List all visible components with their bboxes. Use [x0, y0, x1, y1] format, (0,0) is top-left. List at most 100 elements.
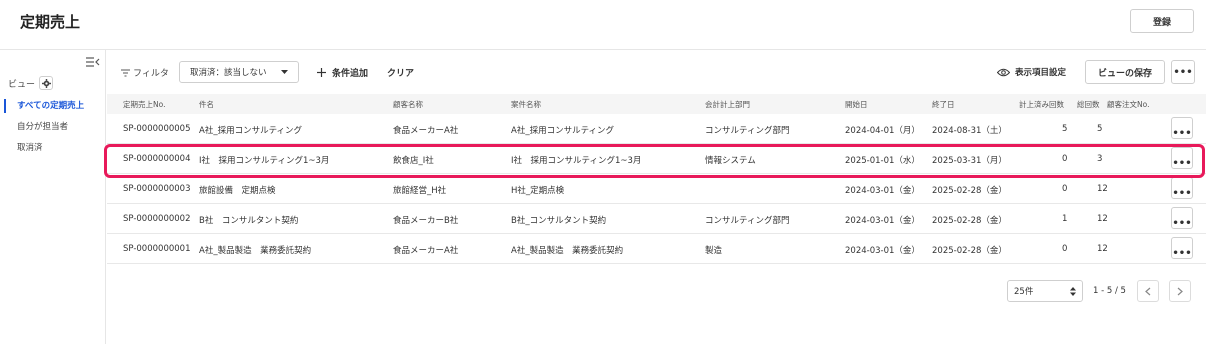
cell-project: A社_製品製造 業務委託契約	[511, 246, 624, 256]
page-header: 定期売上 登録	[0, 0, 1206, 50]
cell-total: 12	[1097, 244, 1108, 254]
col-no[interactable]: 定期売上No.	[123, 99, 165, 110]
view-settings-button[interactable]	[39, 76, 54, 90]
chevron-down-icon	[281, 69, 288, 74]
cell-end: 2025-02-28（金）	[932, 216, 1007, 226]
cell-start: 2024-04-01（月）	[845, 126, 920, 136]
cell-no: SP-0000000005	[123, 124, 191, 134]
toolbar: フィルタ 取消済：該当しない 条件追加 クリア 表示項目設定 ビューの保存 ••…	[107, 50, 1206, 94]
cell-subject[interactable]: A社_採用コンサルティング	[199, 124, 302, 136]
filter-icon	[121, 69, 130, 76]
cell-total: 12	[1097, 214, 1108, 224]
cell-start: 2025-01-01（水）	[845, 156, 920, 166]
page-title: 定期売上	[20, 13, 81, 31]
cell-dept: コンサルティング部門	[705, 216, 790, 226]
cell-project: B社_コンサルタント契約	[511, 216, 607, 226]
cell-end: 2025-03-31（月）	[932, 156, 1007, 166]
row-more-button[interactable]: •••	[1171, 117, 1193, 139]
add-condition-button[interactable]: 条件追加	[317, 66, 368, 79]
cell-customer: 飲食店_I社	[393, 156, 434, 166]
col-order[interactable]: 顧客注文No.	[1107, 99, 1149, 110]
sidebar-item-mine[interactable]: 自分が担当者	[0, 118, 105, 136]
cell-total: 5	[1097, 124, 1103, 134]
cell-no: SP-0000000002	[123, 214, 191, 224]
cell-project: H社_定期点検	[511, 186, 565, 196]
cell-subject[interactable]: 旅館設備 定期点検	[199, 184, 276, 196]
table-row[interactable]: SP-0000000004 I社 採用コンサルティング1~3月 飲食店_I社 I…	[107, 144, 1206, 174]
cell-customer: 食品メーカーB社	[393, 216, 459, 226]
col-customer[interactable]: 顧客名称	[393, 99, 423, 110]
cell-subject[interactable]: B社 コンサルタント契約	[199, 214, 298, 226]
page-range: 1 - 5 / 5	[1093, 286, 1126, 296]
cell-dept: コンサルティング部門	[705, 126, 790, 136]
row-more-button[interactable]: •••	[1171, 177, 1193, 199]
row-more-button[interactable]: •••	[1171, 147, 1193, 169]
register-button[interactable]: 登録	[1130, 9, 1194, 33]
more-icon: •••	[1172, 248, 1192, 259]
col-total[interactable]: 総回数	[1077, 99, 1100, 110]
prev-page-button[interactable]	[1137, 280, 1159, 302]
add-condition-label: 条件追加	[332, 69, 369, 79]
table-header: 定期売上No. 件名 顧客名称 案件名称 会計計上部門 開始日 終了日 計上済み…	[107, 94, 1206, 114]
table-row[interactable]: SP-0000000005 A社_採用コンサルティング 食品メーカーA社 A社_…	[107, 114, 1206, 144]
cell-dept: 情報システム	[705, 156, 756, 166]
col-done[interactable]: 計上済み回数	[1019, 99, 1064, 110]
cell-end: 2024-08-31（土）	[932, 126, 1007, 136]
chevron-right-icon	[1177, 287, 1183, 295]
col-subject[interactable]: 件名	[199, 99, 214, 110]
cell-customer: 食品メーカーA社	[393, 126, 459, 136]
row-more-button[interactable]: •••	[1171, 207, 1193, 229]
cell-no: SP-0000000004	[123, 154, 191, 164]
cell-done: 1	[1062, 214, 1068, 224]
more-icon: •••	[1172, 188, 1192, 199]
filter-label: フィルタ	[133, 69, 169, 79]
table-row[interactable]: SP-0000000003 旅館設備 定期点検 旅館経営_H社 H社_定期点検 …	[107, 174, 1206, 204]
cell-total: 3	[1097, 154, 1103, 164]
cell-done: 0	[1062, 244, 1068, 254]
cell-start: 2024-03-01（金）	[845, 216, 920, 226]
cell-project: I社 採用コンサルティング1~3月	[511, 156, 642, 166]
sidebar-item-cancelled[interactable]: 取消済	[0, 139, 105, 157]
sort-arrows-icon	[1070, 286, 1076, 296]
cell-dept: 製造	[705, 246, 723, 256]
filter-select[interactable]: 取消済：該当しない	[179, 61, 299, 83]
col-end[interactable]: 終了日	[932, 99, 955, 110]
cell-end: 2025-02-28（金）	[932, 186, 1007, 196]
cell-subject[interactable]: A社_製品製造 業務委託契約	[199, 244, 311, 256]
cell-end: 2025-02-28（金）	[932, 246, 1007, 256]
per-page-select[interactable]: 25件	[1007, 280, 1083, 302]
table-row[interactable]: SP-0000000001 A社_製品製造 業務委託契約 食品メーカーA社 A社…	[107, 234, 1206, 264]
display-settings-button[interactable]: 表示項目設定	[997, 66, 1066, 78]
eye-icon	[997, 68, 1010, 76]
col-start[interactable]: 開始日	[845, 99, 868, 110]
sidebar: ビュー すべての定期売上 自分が担当者 取消済	[0, 50, 106, 344]
pagination: 25件 1 - 5 / 5	[107, 280, 1206, 304]
table-row[interactable]: SP-0000000002 B社 コンサルタント契約 食品メーカーB社 B社_コ…	[107, 204, 1206, 234]
more-icon: •••	[1172, 218, 1192, 229]
cell-total: 12	[1097, 184, 1108, 194]
cell-done: 0	[1062, 184, 1068, 194]
gear-icon	[41, 78, 51, 88]
cell-subject[interactable]: I社 採用コンサルティング1~3月	[199, 154, 329, 166]
more-icon: •••	[1173, 66, 1193, 78]
save-view-button[interactable]: ビューの保存	[1085, 60, 1165, 84]
cell-done: 5	[1062, 124, 1068, 134]
sidebar-item-all[interactable]: すべての定期売上	[0, 97, 105, 115]
cell-customer: 食品メーカーA社	[393, 246, 459, 256]
main-content: フィルタ 取消済：該当しない 条件追加 クリア 表示項目設定 ビューの保存 ••…	[107, 50, 1206, 344]
next-page-button[interactable]	[1169, 280, 1191, 302]
col-project[interactable]: 案件名称	[511, 99, 541, 110]
toolbar-more-button[interactable]: •••	[1171, 60, 1195, 84]
cell-done: 0	[1062, 154, 1068, 164]
cell-no: SP-0000000001	[123, 244, 191, 254]
collapse-sidebar-icon[interactable]	[86, 57, 100, 67]
col-dept[interactable]: 会計計上部門	[705, 99, 750, 110]
chevron-left-icon	[1145, 287, 1151, 295]
cell-start: 2024-03-01（金）	[845, 186, 920, 196]
more-icon: •••	[1172, 128, 1192, 139]
filter-select-value: 取消済：該当しない	[190, 68, 267, 78]
row-more-button[interactable]: •••	[1171, 237, 1193, 259]
clear-button[interactable]: クリア	[387, 66, 414, 79]
per-page-value: 25件	[1014, 287, 1034, 297]
cell-no: SP-0000000003	[123, 184, 191, 194]
